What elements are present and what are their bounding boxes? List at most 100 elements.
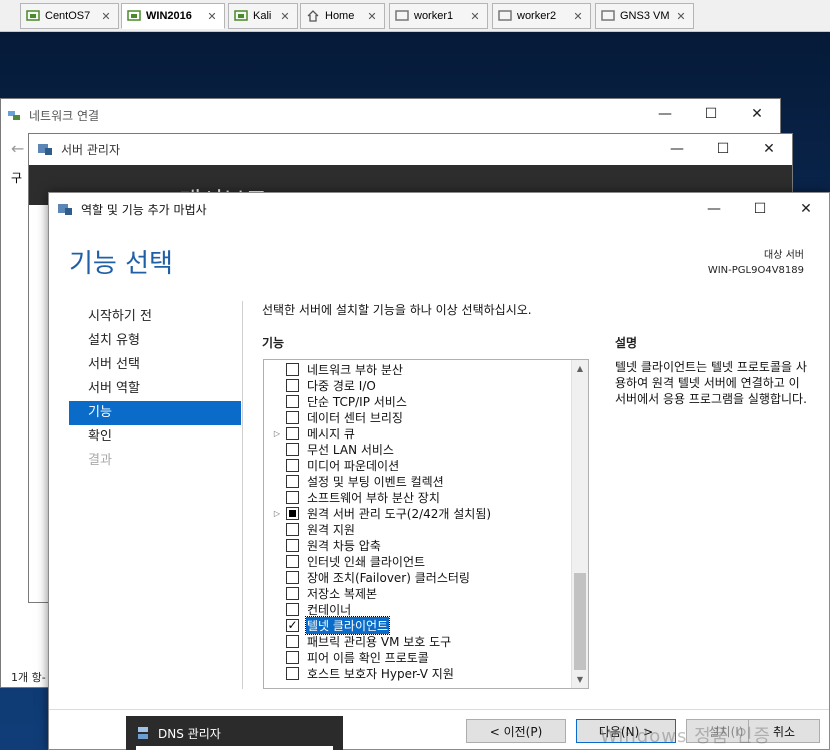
feature-label[interactable]: 무선 LAN 서비스: [306, 441, 395, 458]
close-button[interactable]: ✕: [746, 134, 792, 164]
feature-checkbox[interactable]: [286, 474, 299, 488]
nav-item-features[interactable]: 기능: [69, 401, 241, 425]
vm-tab-kali[interactable]: Kali ✕: [228, 3, 298, 29]
close-icon[interactable]: ✕: [364, 10, 380, 23]
feature-checkbox[interactable]: [286, 602, 299, 616]
minimize-button[interactable]: —: [691, 193, 737, 225]
vm-tab-worker1[interactable]: worker1 ✕: [389, 3, 488, 29]
nav-item-server-roles[interactable]: 서버 역할: [69, 377, 241, 401]
scroll-down-icon[interactable]: ▼: [572, 671, 588, 688]
feature-label[interactable]: 원격 서버 관리 도구(2/42개 설치됨): [306, 505, 492, 522]
feature-row[interactable]: 설정 및 부팅 이벤트 컬렉션: [264, 473, 572, 489]
close-button[interactable]: ✕: [783, 193, 829, 225]
feature-label[interactable]: 네트워크 부하 분산: [306, 361, 404, 378]
feature-row[interactable]: 네트워크 부하 분산: [264, 361, 572, 377]
feature-row[interactable]: 패브릭 관리용 VM 보호 도구: [264, 633, 572, 649]
feature-row[interactable]: ✓ 텔넷 클라이언트: [264, 615, 572, 635]
feature-row[interactable]: 저장소 복제본: [264, 585, 572, 601]
feature-row[interactable]: 원격 차등 압축: [264, 537, 572, 553]
feature-row[interactable]: 미디어 파운데이션: [264, 457, 572, 473]
feature-checkbox[interactable]: [286, 666, 299, 680]
vm-tab-worker2[interactable]: worker2 ✕: [492, 3, 591, 29]
close-icon[interactable]: ✕: [570, 10, 586, 23]
feature-checkbox[interactable]: [286, 570, 299, 584]
close-icon[interactable]: ✕: [204, 10, 220, 23]
feature-label[interactable]: 원격 차등 압축: [306, 537, 382, 554]
feature-row[interactable]: 피어 이름 확인 프로토콜: [264, 649, 572, 665]
minimize-button[interactable]: —: [642, 99, 688, 129]
feature-label[interactable]: 패브릭 관리용 VM 보호 도구: [306, 633, 452, 650]
back-arrow-icon[interactable]: ←: [11, 139, 24, 158]
feature-label[interactable]: 인터넷 인쇄 클라이언트: [306, 553, 426, 570]
feature-row[interactable]: 데이터 센터 브리징: [264, 409, 572, 425]
feature-label[interactable]: 단순 TCP/IP 서비스: [306, 393, 408, 410]
features-list[interactable]: ▲ ▼ 네트워크 부하 분산 다중 경로 I/O 단순 TCP/IP 서비스 데이터 …: [263, 359, 589, 689]
feature-checkbox[interactable]: [286, 634, 299, 648]
nav-item-server-selection[interactable]: 서버 선택: [69, 353, 241, 377]
feature-row[interactable]: ▷ 메시지 큐: [264, 425, 572, 441]
feature-row[interactable]: 호스트 보호자 Hyper-V 지원: [264, 665, 572, 681]
feature-label[interactable]: 원격 지원: [306, 521, 356, 538]
feature-checkbox[interactable]: [286, 410, 299, 424]
feature-label[interactable]: 저장소 복제본: [306, 585, 378, 602]
feature-checkbox[interactable]: [286, 362, 299, 376]
expand-arrow-icon[interactable]: ▷: [271, 429, 283, 438]
feature-label[interactable]: 텔넷 클라이언트: [304, 615, 391, 635]
feature-label[interactable]: 메시지 큐: [306, 425, 356, 442]
feature-row[interactable]: 다중 경로 I/O: [264, 377, 572, 393]
feature-checkbox[interactable]: [286, 442, 299, 456]
feature-checkbox[interactable]: [286, 538, 299, 552]
close-icon[interactable]: ✕: [277, 10, 293, 23]
nav-item-confirmation[interactable]: 확인: [69, 425, 241, 449]
feature-label[interactable]: 컨테이너: [306, 601, 352, 618]
feature-label[interactable]: 설정 및 부팅 이벤트 컬렉션: [306, 473, 445, 490]
feature-row[interactable]: 소프트웨어 부하 분산 장치: [264, 489, 572, 505]
close-button[interactable]: ✕: [734, 99, 780, 129]
feature-row[interactable]: 무선 LAN 서비스: [264, 441, 572, 457]
feature-checkbox[interactable]: [286, 650, 299, 664]
feature-row[interactable]: ▷ 원격 서버 관리 도구(2/42개 설치됨): [264, 505, 572, 521]
minimize-button[interactable]: —: [654, 134, 700, 164]
feature-label[interactable]: 미디어 파운데이션: [306, 457, 400, 474]
destination-label: 대상 서버: [764, 250, 804, 261]
scroll-thumb[interactable]: [574, 573, 586, 670]
feature-row[interactable]: 원격 지원: [264, 521, 572, 537]
expand-arrow-icon[interactable]: ▷: [271, 509, 283, 518]
feature-checkbox[interactable]: [286, 586, 299, 600]
feature-checkbox[interactable]: [286, 506, 299, 520]
vm-tab-win2016[interactable]: WIN2016 ✕: [121, 3, 225, 29]
feature-row[interactable]: 장애 조치(Failover) 클러스터링: [264, 569, 572, 585]
feature-label[interactable]: 호스트 보호자 Hyper-V 지원: [306, 665, 455, 682]
vm-tab-home[interactable]: Home ✕: [300, 3, 385, 29]
previous-button[interactable]: < 이전(P): [466, 719, 566, 743]
scroll-up-icon[interactable]: ▲: [572, 360, 588, 377]
feature-checkbox[interactable]: [286, 458, 299, 472]
feature-row[interactable]: 인터넷 인쇄 클라이언트: [264, 553, 572, 569]
feature-label[interactable]: 소프트웨어 부하 분산 장치: [306, 489, 441, 506]
feature-row[interactable]: 단순 TCP/IP 서비스: [264, 393, 572, 409]
vm-tab-gns3[interactable]: GNS3 VM ✕: [595, 3, 694, 29]
feature-checkbox[interactable]: [286, 394, 299, 408]
nav-item-installation-type[interactable]: 설치 유형: [69, 329, 241, 353]
dns-manager-preview[interactable]: DNS 관리자: [126, 716, 343, 750]
feature-checkbox[interactable]: [286, 554, 299, 568]
feature-label[interactable]: 피어 이름 확인 프로토콜: [306, 649, 430, 666]
maximize-button[interactable]: ☐: [737, 193, 783, 225]
feature-checkbox[interactable]: ✓: [286, 618, 299, 632]
close-icon[interactable]: ✕: [467, 10, 483, 23]
feature-checkbox[interactable]: [286, 378, 299, 392]
vertical-scrollbar[interactable]: ▲ ▼: [571, 360, 588, 688]
close-icon[interactable]: ✕: [673, 10, 689, 23]
feature-row[interactable]: 컨테이너: [264, 601, 572, 617]
nav-item-before-you-begin[interactable]: 시작하기 전: [69, 305, 241, 329]
feature-checkbox[interactable]: [286, 426, 299, 440]
maximize-button[interactable]: ☐: [688, 99, 734, 129]
feature-label[interactable]: 데이터 센터 브리징: [306, 409, 404, 426]
feature-checkbox[interactable]: [286, 490, 299, 504]
vm-tab-centos7[interactable]: CentOS7 ✕: [20, 3, 119, 29]
feature-label[interactable]: 장애 조치(Failover) 클러스터링: [306, 569, 471, 586]
close-icon[interactable]: ✕: [98, 10, 114, 23]
maximize-button[interactable]: ☐: [700, 134, 746, 164]
feature-checkbox[interactable]: [286, 522, 299, 536]
feature-label[interactable]: 다중 경로 I/O: [306, 377, 377, 394]
